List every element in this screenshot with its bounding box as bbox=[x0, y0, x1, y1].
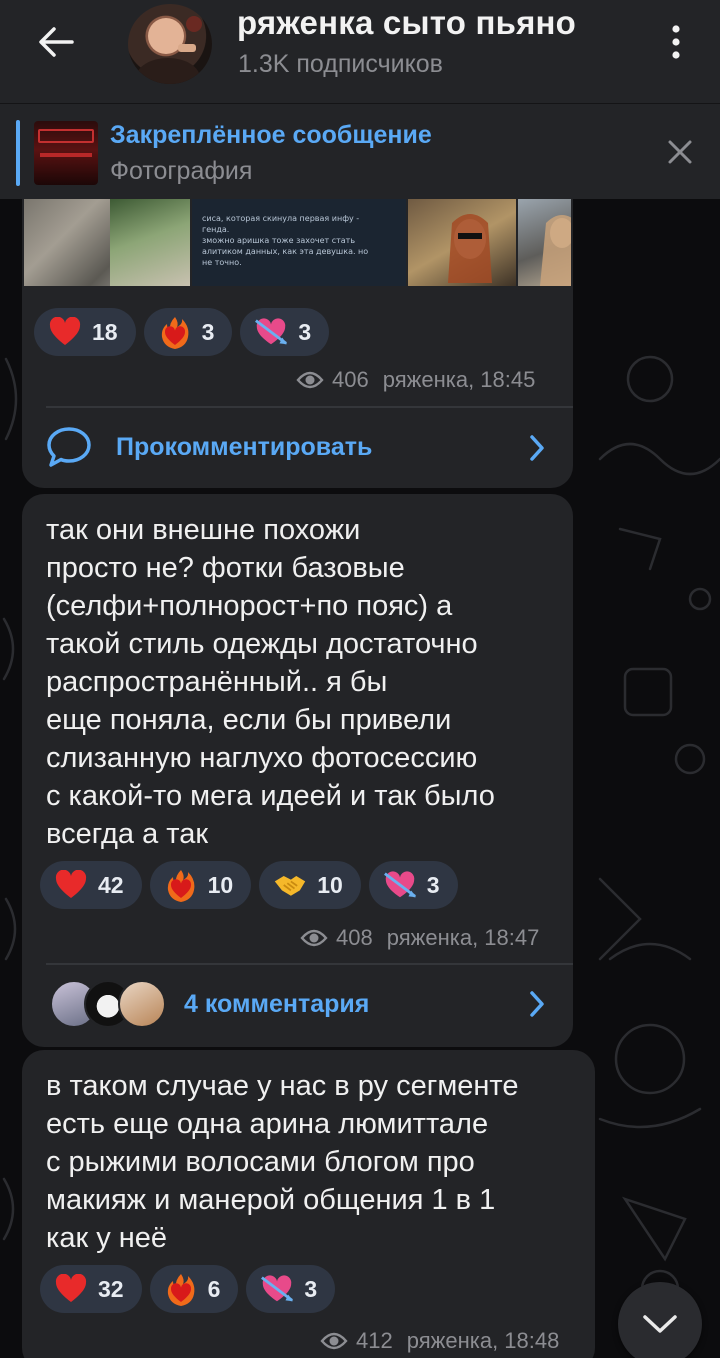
reaction-count: 10 bbox=[207, 871, 234, 898]
scroll-to-bottom-button[interactable] bbox=[618, 1282, 702, 1358]
heart-with-arrow-icon bbox=[254, 316, 288, 348]
heart-with-arrow-icon bbox=[383, 869, 417, 901]
chevron-right-icon bbox=[530, 991, 544, 1017]
comment-button[interactable]: Прокомментировать bbox=[46, 424, 551, 470]
author-time: ряженка, 18:48 bbox=[406, 1328, 560, 1353]
eye-icon bbox=[320, 1332, 348, 1350]
chat-header: ряженка сыто пьяно 1.3K подписчиков bbox=[0, 0, 720, 104]
heart-on-fire-icon bbox=[164, 869, 198, 902]
view-count: 406 bbox=[332, 367, 369, 392]
photo-caption-line: генда. bbox=[202, 225, 230, 234]
reaction-count: 3 bbox=[201, 318, 215, 345]
comments-button[interactable]: 4 комментария bbox=[50, 980, 551, 1028]
close-icon bbox=[668, 140, 692, 164]
photo-caption-line: сиса, которая скинула первая инфу - bbox=[202, 214, 360, 223]
reaction-count: 3 bbox=[304, 1275, 318, 1302]
message-text: так они внешне похожи просто не? фотки б… bbox=[46, 514, 495, 850]
reaction-count: 3 bbox=[298, 318, 312, 345]
pinned-close-button[interactable] bbox=[662, 134, 698, 170]
photo[interactable] bbox=[110, 199, 190, 286]
view-count: 412 bbox=[356, 1328, 393, 1353]
reaction-heart-on-fire[interactable]: 3 bbox=[143, 308, 233, 356]
eye-icon bbox=[296, 371, 324, 389]
subscriber-count: 1.3K подписчиков bbox=[238, 50, 443, 78]
heart-on-fire-icon bbox=[158, 316, 192, 349]
reaction-count: 42 bbox=[98, 871, 124, 898]
pinned-indicator bbox=[16, 120, 20, 186]
chevron-right-icon bbox=[530, 435, 544, 461]
photo[interactable] bbox=[518, 199, 571, 286]
divider bbox=[46, 406, 573, 408]
photo-caption-line: алитиком данных, как эта девушка. но bbox=[202, 247, 369, 256]
pinned-subtitle: Фотография bbox=[110, 157, 253, 185]
reaction-heart-with-arrow[interactable]: 3 bbox=[246, 1265, 336, 1313]
chevron-down-icon bbox=[643, 1315, 677, 1333]
author-time: ряженка, 18:45 bbox=[382, 367, 536, 392]
photo-text-screenshot[interactable]: сиса, которая скинула первая инфу - генд… bbox=[192, 199, 406, 286]
message-text: в таком случае у нас в ру сегменте есть … bbox=[46, 1070, 519, 1254]
commenter-avatars bbox=[50, 980, 170, 1028]
reaction-heart-on-fire[interactable]: 10 bbox=[149, 861, 252, 909]
photo-caption-line: не точно. bbox=[202, 258, 242, 267]
heart-icon bbox=[54, 1273, 88, 1305]
message-meta: 406 ряженка, 18:45 bbox=[296, 367, 535, 393]
reaction-count: 32 bbox=[98, 1275, 124, 1302]
more-vertical-icon bbox=[672, 25, 680, 59]
reaction-heart[interactable]: 18 bbox=[34, 308, 136, 356]
message-meta: 408 ряженка, 18:47 bbox=[300, 925, 539, 951]
heart-icon bbox=[54, 869, 88, 901]
back-button[interactable] bbox=[30, 18, 82, 66]
reaction-count: 6 bbox=[207, 1275, 221, 1302]
pinned-message-bar[interactable]: Закреплённое сообщение Фотография bbox=[0, 104, 720, 199]
reaction-heart[interactable]: 32 bbox=[40, 1265, 142, 1313]
comment-label: Прокомментировать bbox=[116, 432, 373, 461]
reactions-row: 42 10 10 3 bbox=[40, 861, 458, 909]
heart-on-fire-icon bbox=[164, 1273, 198, 1306]
photo[interactable] bbox=[408, 199, 516, 286]
heart-icon bbox=[48, 316, 82, 348]
reaction-count: 18 bbox=[92, 318, 118, 345]
author-time: ряженка, 18:47 bbox=[386, 925, 540, 950]
reaction-heart-with-arrow[interactable]: 3 bbox=[240, 308, 330, 356]
reactions-row: 18 3 3 bbox=[34, 308, 330, 356]
reaction-count: 3 bbox=[426, 871, 440, 898]
pinned-thumbnail bbox=[34, 121, 98, 185]
arrow-left-icon bbox=[39, 27, 74, 57]
message-meta: 412 ряженка, 18:48 bbox=[320, 1328, 559, 1354]
channel-title[interactable]: ряженка сыто пьяно bbox=[237, 4, 576, 42]
photo-caption-line: зможно аришка тоже захочет стать bbox=[202, 236, 356, 245]
eye-icon bbox=[300, 929, 328, 947]
reaction-handshake[interactable]: 10 bbox=[259, 861, 361, 909]
pinned-title: Закреплённое сообщение bbox=[110, 121, 432, 149]
reaction-heart[interactable]: 42 bbox=[40, 861, 142, 909]
view-count: 408 bbox=[336, 925, 373, 950]
handshake-icon bbox=[273, 869, 307, 901]
comments-count-label: 4 комментария bbox=[184, 989, 370, 1018]
more-menu-button[interactable] bbox=[656, 18, 696, 66]
reaction-count: 10 bbox=[317, 871, 343, 898]
reactions-row: 32 6 3 bbox=[40, 1265, 336, 1313]
heart-with-arrow-icon bbox=[260, 1273, 294, 1305]
photo-album[interactable]: сиса, которая скинула первая инфу - генд… bbox=[24, 199, 571, 286]
divider bbox=[46, 963, 573, 965]
commenter-avatar bbox=[118, 980, 166, 1028]
reaction-heart-with-arrow[interactable]: 3 bbox=[368, 861, 458, 909]
comment-bubble-icon bbox=[47, 427, 91, 467]
reaction-heart-on-fire[interactable]: 6 bbox=[149, 1265, 239, 1313]
channel-avatar[interactable] bbox=[128, 4, 212, 84]
